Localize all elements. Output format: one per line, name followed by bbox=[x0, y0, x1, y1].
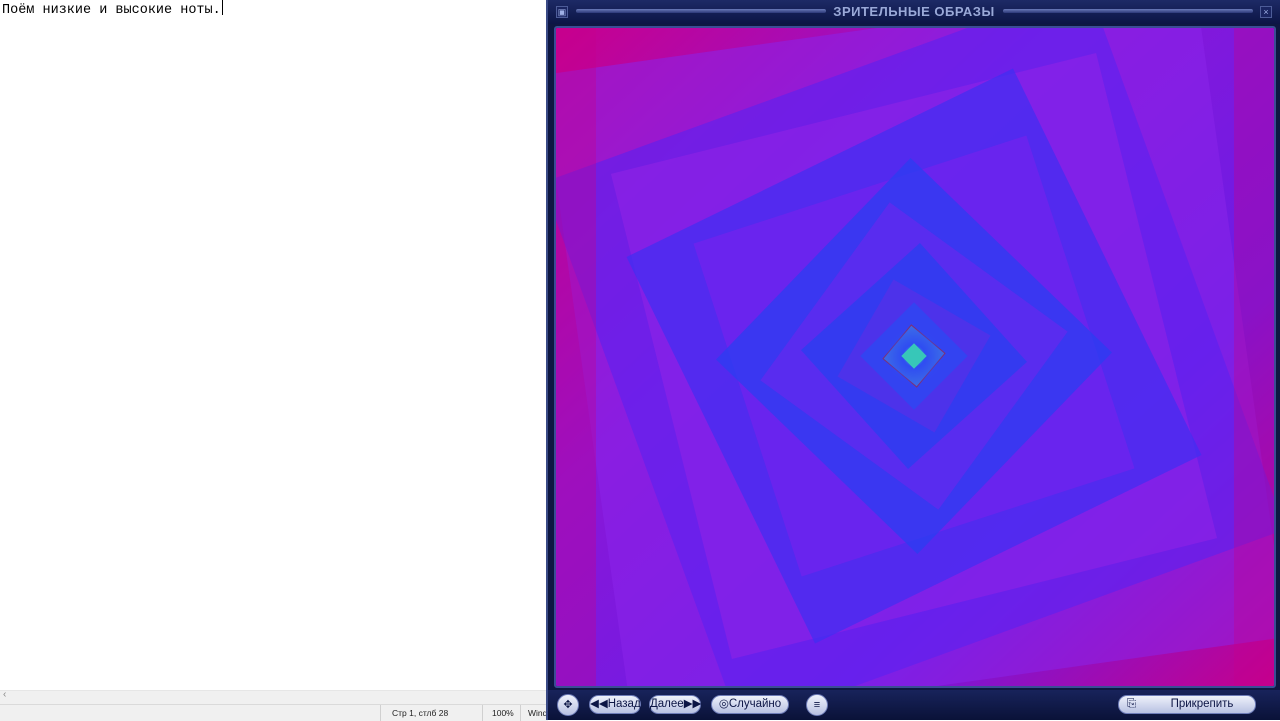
titlebar-rail-left bbox=[576, 9, 826, 13]
zoom-level: 100% bbox=[492, 708, 514, 718]
text-editor[interactable]: Поём низкие и высокие ноты. bbox=[2, 0, 542, 40]
visualization-titlebar[interactable]: ▣ × ЗРИТЕЛЬНЫЕ ОБРАЗЫ bbox=[548, 0, 1280, 24]
random-button[interactable]: ◎Случайно bbox=[711, 695, 789, 714]
horizontal-scrollbar[interactable]: ‹ bbox=[0, 689, 548, 704]
status-separator bbox=[482, 705, 483, 721]
next-button[interactable]: Далее▶▶ bbox=[649, 695, 701, 714]
status-bar: Стр 1, стлб 28 100% Wind bbox=[0, 704, 548, 721]
pin-button[interactable]: ⎘ Прикрепить bbox=[1118, 695, 1256, 714]
visualization-image bbox=[556, 28, 1274, 686]
visualization-window: ▣ × ЗРИТЕЛЬНЫЕ ОБРАЗЫ ✥ ◀◀Назад Далее▶▶ … bbox=[546, 0, 1280, 720]
window-menu-icon[interactable]: ▣ bbox=[556, 6, 568, 18]
status-separator bbox=[380, 705, 381, 721]
back-button[interactable]: ◀◀Назад bbox=[589, 695, 641, 714]
titlebar-rail-right bbox=[1003, 9, 1253, 13]
notepad-window: Поём низкие и высокие ноты. ‹ Стр 1, стл… bbox=[0, 0, 548, 721]
settings-icon[interactable]: ≡ bbox=[806, 694, 828, 716]
visualization-controls: ✥ ◀◀Назад Далее▶▶ ◎Случайно ≡ ⎘ Прикрепи… bbox=[548, 690, 1280, 720]
status-separator bbox=[520, 705, 521, 721]
editor-text: Поём низкие и высокие ноты. bbox=[2, 3, 221, 18]
random-button-label: Случайно bbox=[728, 698, 782, 710]
back-button-label: Назад bbox=[607, 698, 641, 710]
text-caret bbox=[221, 0, 223, 15]
next-button-label: Далее bbox=[650, 698, 684, 710]
cursor-position: Стр 1, стлб 28 bbox=[392, 708, 449, 718]
pin-icon: ⎘ bbox=[1127, 698, 1137, 710]
pin-button-label: Прикрепить bbox=[1170, 698, 1234, 710]
close-icon[interactable]: × bbox=[1260, 6, 1272, 18]
visualization-canvas bbox=[554, 26, 1276, 688]
line-ending-label: Wind bbox=[528, 708, 548, 718]
scroll-left-icon[interactable]: ‹ bbox=[3, 689, 6, 700]
move-icon[interactable]: ✥ bbox=[557, 694, 579, 716]
